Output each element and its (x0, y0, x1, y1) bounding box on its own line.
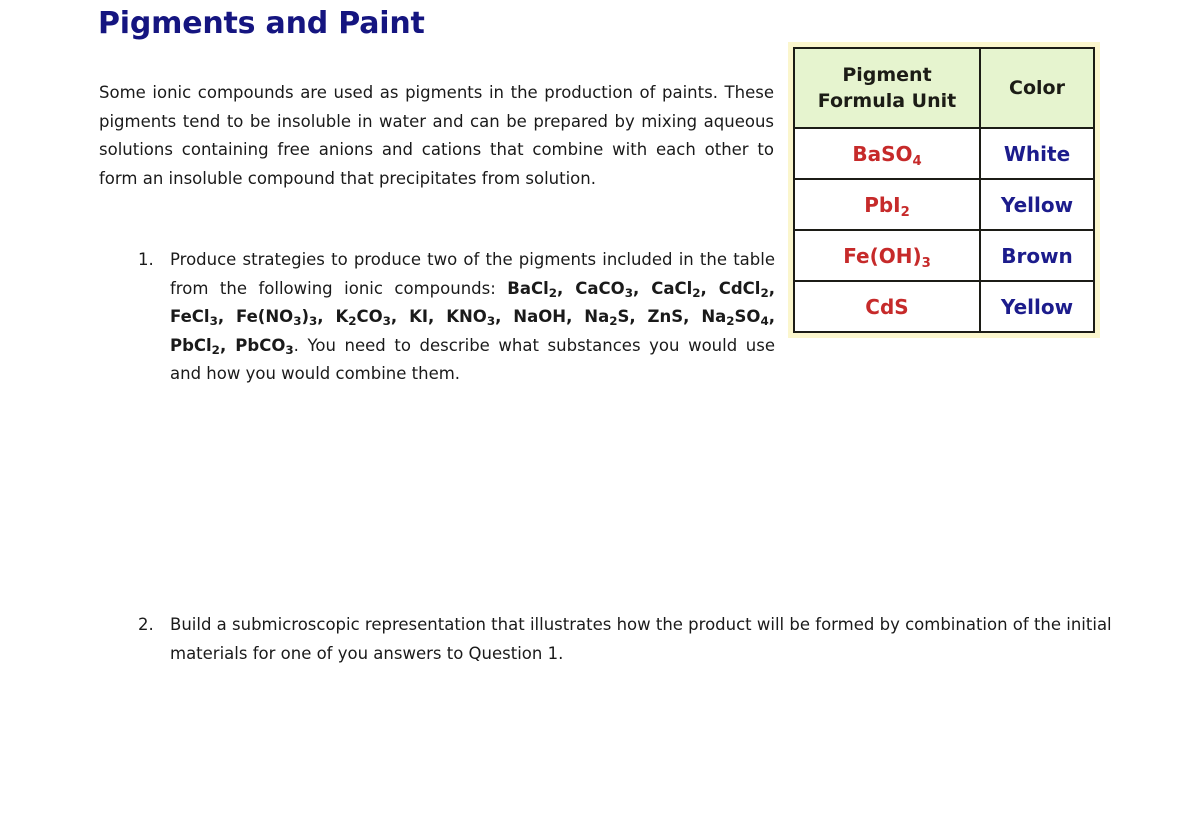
table-row: PbI2 Yellow (793, 178, 1095, 231)
cell-pigment-color: White (979, 127, 1095, 180)
cell-pigment-color: Yellow (979, 280, 1095, 333)
slide-canvas: Pigments and Paint Some ionic compounds … (0, 0, 1192, 825)
cell-pigment-color: Brown (979, 229, 1095, 282)
pigment-table: Pigment Formula Unit Color BaSO4 White PbI… (793, 47, 1095, 333)
question-1-marker: 1. (138, 250, 154, 269)
page-title: Pigments and Paint (98, 6, 425, 41)
column-header-color: Color (979, 47, 1095, 129)
question-item-1: 1. Produce strategies to produce two of … (135, 246, 775, 389)
cell-pigment-formula: PbI2 (793, 178, 981, 231)
cell-pigment-color: Yellow (979, 178, 1095, 231)
question-item-2: 2. Build a submicroscopic representation… (135, 611, 1135, 668)
column-header-formula-line2: Formula Unit (817, 90, 957, 112)
question-2-body: Build a submicroscopic representation th… (170, 611, 1135, 668)
table-row: BaSO4 White (793, 127, 1095, 180)
cell-pigment-formula: CdS (793, 280, 981, 333)
pigment-table-body: BaSO4 White PbI2 Yellow Fe(OH)3 Brown CdS Yello… (793, 127, 1095, 333)
column-header-formula: Pigment Formula Unit (793, 47, 981, 129)
cell-pigment-formula: BaSO4 (793, 127, 981, 180)
table-row: Fe(OH)3 Brown (793, 229, 1095, 282)
table-row: CdS Yellow (793, 280, 1095, 333)
pigment-table-frame: Pigment Formula Unit Color BaSO4 White PbI… (788, 42, 1100, 338)
pigment-table-header-row: Pigment Formula Unit Color (793, 47, 1095, 129)
column-header-formula-line1: Pigment (842, 64, 932, 86)
question-1-body: Produce strategies to produce two of the… (170, 246, 775, 389)
question-2-marker: 2. (138, 615, 154, 634)
pigment-table-head: Pigment Formula Unit Color (793, 47, 1095, 129)
intro-paragraph: Some ionic compounds are used as pigment… (99, 83, 774, 188)
question-2-text-before: Build a submicroscopic representation th… (170, 615, 1112, 663)
cell-pigment-formula: Fe(OH)3 (793, 229, 981, 282)
